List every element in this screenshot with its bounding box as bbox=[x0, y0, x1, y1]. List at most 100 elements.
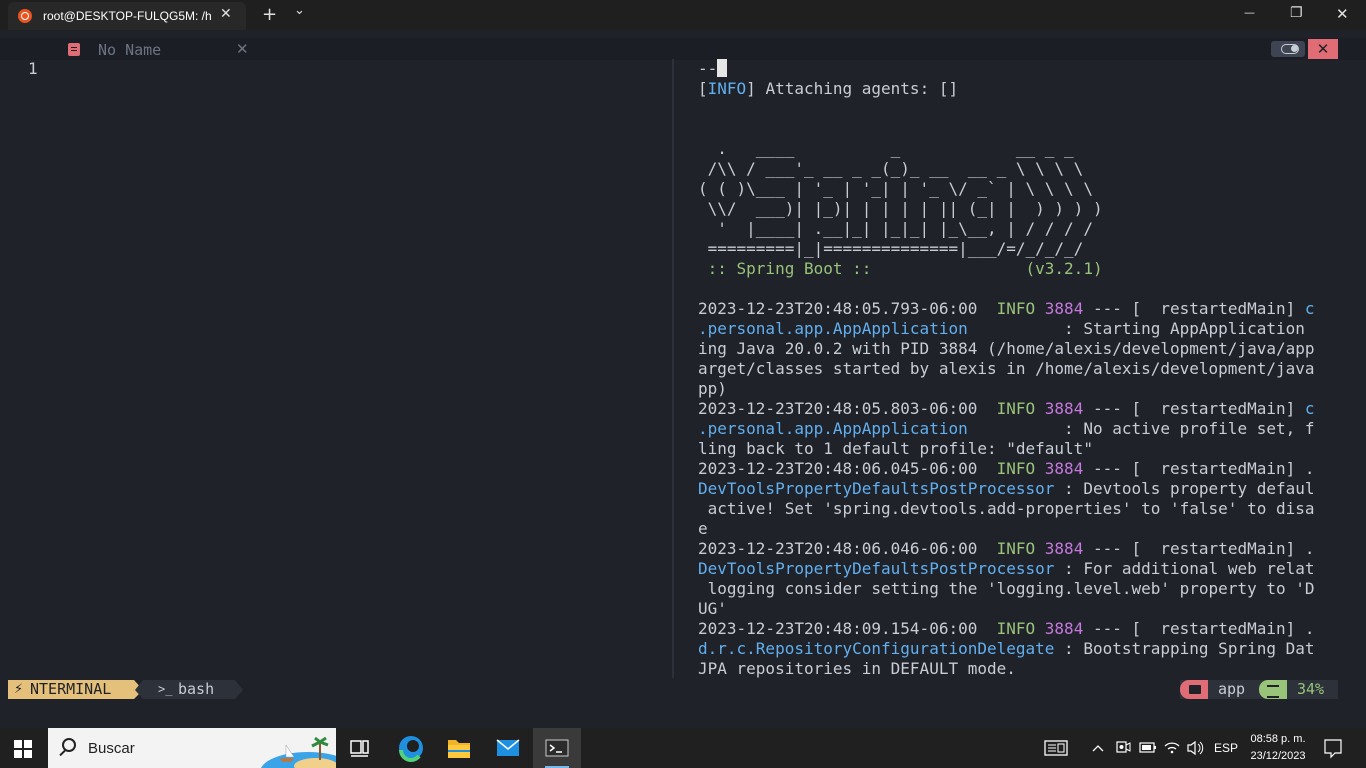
file-icon bbox=[68, 43, 80, 56]
terminal-text: . ____ _ __ _ _ bbox=[698, 139, 1074, 158]
terminal-text: ( ( )\___ | '_ | '_| | '_ \/ _` | \ \ \ … bbox=[698, 179, 1093, 198]
terminal-cursor bbox=[717, 59, 728, 77]
volume-icon[interactable] bbox=[1185, 728, 1205, 768]
terminal-line: d.r.c.RepositoryConfigurationDelegate : … bbox=[698, 639, 1340, 659]
buffer-tab-name[interactable]: No Name bbox=[98, 41, 161, 59]
terminal-text: UG' bbox=[698, 599, 727, 618]
search-icon bbox=[62, 738, 76, 752]
scroll-percent: 34% bbox=[1297, 680, 1325, 698]
mail-icon[interactable] bbox=[484, 728, 532, 768]
terminal-line: 2023-12-23T20:48:09.154-06:00 INFO 3884 … bbox=[698, 619, 1340, 639]
window-titlebar: root@DESKTOP-FULQG5M: /h ✕ + ⌄ — ❐ ✕ bbox=[0, 0, 1366, 30]
terminal-line: DevToolsPropertyDefaultsPostProcessor : … bbox=[698, 479, 1340, 499]
log-thread: --- [ restartedMain] . bbox=[1083, 459, 1315, 478]
terminal-line: DevToolsPropertyDefaultsPostProcessor : … bbox=[698, 559, 1340, 579]
log-timestamp: 2023-12-23T20:48:09.154-06:00 bbox=[698, 619, 997, 638]
webcam-icon[interactable] bbox=[1114, 728, 1132, 768]
window-split-divider[interactable] bbox=[672, 59, 674, 678]
tab-close-icon[interactable]: ✕ bbox=[220, 6, 232, 22]
minimize-button[interactable]: — bbox=[1244, 6, 1255, 19]
command-line[interactable] bbox=[0, 700, 1366, 728]
input-language[interactable]: ESP bbox=[1214, 741, 1238, 757]
chevron-up-icon[interactable] bbox=[1090, 728, 1106, 768]
terminal-text: arget/classes started by alexis in /home… bbox=[698, 359, 1315, 378]
ubuntu-icon bbox=[18, 9, 32, 23]
search-placeholder: Buscar bbox=[88, 740, 135, 757]
log-logger: .personal.app.AppApplication bbox=[698, 419, 968, 438]
terminal-tab[interactable]: root@DESKTOP-FULQG5M: /h ✕ bbox=[8, 2, 246, 30]
terminal-text: =========|_|==============|___/=/_/_/_/ bbox=[698, 239, 1084, 258]
mode-indicator: ⚡ NTERMINAL bbox=[8, 680, 143, 699]
restore-button[interactable]: ❐ bbox=[1290, 5, 1303, 21]
spring-boot-version: :: Spring Boot :: (v3.2.1) bbox=[698, 259, 1103, 278]
terminal-output[interactable]: -- [INFO] Attaching agents: [] . ____ _ _… bbox=[698, 59, 1340, 678]
log-level: INFO bbox=[996, 539, 1036, 558]
log-message: : For additional web relat bbox=[1054, 559, 1315, 578]
terminal-text: ' |____| .__|_| |_|_| |_\__, | / / / / bbox=[698, 219, 1093, 238]
close-buffers-button[interactable]: ✕ bbox=[1308, 39, 1338, 59]
log-pid: 3884 bbox=[1035, 539, 1084, 558]
log-message: ] Attaching agents: [] bbox=[746, 79, 959, 98]
terminal-line: ' |____| .__|_| |_|_| |_\__, | / / / / bbox=[698, 219, 1340, 239]
log-thread: --- [ restartedMain] . bbox=[1083, 539, 1315, 558]
edge-icon[interactable] bbox=[387, 728, 435, 768]
new-tab-button[interactable]: + bbox=[262, 4, 277, 25]
terminal-line: \\/ ___)| |_)| | | | | || (_| | ) ) ) ) bbox=[698, 199, 1340, 219]
news-widget-icon[interactable] bbox=[1043, 728, 1069, 768]
toggle-icon[interactable] bbox=[1271, 41, 1305, 57]
log-pid: 3884 bbox=[1035, 619, 1084, 638]
tab-title: root@DESKTOP-FULQG5M: /h bbox=[43, 9, 212, 23]
log-level: INFO bbox=[707, 79, 747, 98]
log-message: : Devtools property defaul bbox=[1054, 479, 1315, 498]
position-segment: 34% bbox=[1259, 680, 1338, 699]
log-thread: --- [ restartedMain] bbox=[1083, 399, 1305, 418]
bufferline bbox=[0, 38, 1366, 60]
log-level: INFO bbox=[996, 299, 1036, 318]
folder-icon bbox=[1180, 680, 1208, 699]
log-timestamp: 2023-12-23T20:48:05.803-06:00 bbox=[698, 399, 997, 418]
terminal-line: UG' bbox=[698, 599, 1340, 619]
buffer-close-icon[interactable]: ✕ bbox=[236, 40, 249, 58]
close-window-button[interactable]: ✕ bbox=[1336, 5, 1349, 23]
lines-icon bbox=[1259, 680, 1287, 699]
log-logger: DevToolsPropertyDefaultsPostProcessor bbox=[698, 559, 1055, 578]
file-explorer-icon[interactable] bbox=[435, 728, 483, 768]
terminal-text: /\\ / ___'_ __ _ _(_)_ __ __ _ \ \ \ \ bbox=[698, 159, 1084, 178]
log-logger: d.r.c.RepositoryConfigurationDelegate bbox=[698, 639, 1055, 658]
terminal-line: 2023-12-23T20:48:06.046-06:00 INFO 3884 … bbox=[698, 539, 1340, 559]
log-timestamp: 2023-12-23T20:48:05.793-06:00 bbox=[698, 299, 997, 318]
terminal-line: =========|_|==============|___/=/_/_/_/ bbox=[698, 239, 1340, 259]
battery-icon[interactable] bbox=[1138, 728, 1158, 768]
log-thread: --- [ restartedMain] . bbox=[1083, 619, 1315, 638]
wifi-icon[interactable] bbox=[1162, 728, 1182, 768]
terminal-text: JPA repositories in DEFAULT mode. bbox=[698, 659, 1016, 678]
terminal-text: logging consider setting the 'logging.le… bbox=[698, 579, 1315, 598]
log-message: : No active profile set, f bbox=[967, 419, 1315, 438]
dropdown-chevron-icon[interactable]: ⌄ bbox=[294, 3, 305, 18]
log-level: INFO bbox=[996, 459, 1036, 478]
terminal-line: :: Spring Boot :: (v3.2.1) bbox=[698, 259, 1340, 279]
log-logger: .personal.app.AppApplication bbox=[698, 319, 968, 338]
task-view-icon[interactable] bbox=[336, 728, 384, 768]
terminal-line: logging consider setting the 'logging.le… bbox=[698, 579, 1340, 599]
log-pid: 3884 bbox=[1035, 299, 1084, 318]
clock[interactable]: 08:58 p. m. 23/12/2023 bbox=[1246, 731, 1310, 765]
taskbar-search[interactable]: Buscar bbox=[48, 728, 336, 768]
line-number: 1 bbox=[28, 59, 38, 78]
log-timestamp: 2023-12-23T20:48:06.045-06:00 bbox=[698, 459, 997, 478]
clock-time: 08:58 p. m. bbox=[1250, 733, 1306, 745]
terminal-text: active! Set 'spring.devtools.add-propert… bbox=[698, 499, 1315, 518]
notifications-icon[interactable] bbox=[1322, 728, 1344, 768]
terminal-text: pp) bbox=[698, 379, 727, 398]
terminal-line: ( ( )\___ | '_ | '_| | '_ \/ _` | \ \ \ … bbox=[698, 179, 1340, 199]
terminal-app-icon[interactable] bbox=[533, 728, 581, 768]
log-level: INFO bbox=[996, 399, 1036, 418]
terminal-line: .personal.app.AppApplication : No active… bbox=[698, 419, 1340, 439]
terminal-line: ling back to 1 default profile: "default… bbox=[698, 439, 1340, 459]
log-pid: 3884 bbox=[1035, 399, 1084, 418]
windows-start-icon[interactable] bbox=[14, 740, 32, 758]
terminal-line: .personal.app.AppApplication : Starting … bbox=[698, 319, 1340, 339]
terminal-text: ing Java 20.0.2 with PID 3884 (/home/ale… bbox=[698, 339, 1315, 358]
